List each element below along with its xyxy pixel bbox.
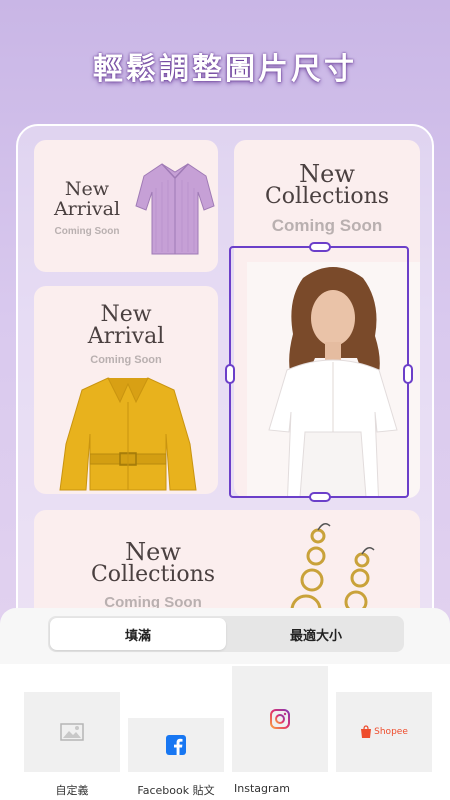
resize-handle-right[interactable] [403,364,413,384]
template-custom[interactable] [24,692,120,772]
template-custom-label: 自定義 [55,784,89,797]
card-title-line2: Arrival [87,324,165,349]
card-title-line2: Collections [90,562,216,587]
shopee-icon [361,725,372,738]
instagram-icon [270,709,290,729]
template-shopee-label: Shopee [374,727,408,737]
card-subtitle: Coming Soon [54,226,120,237]
collage-cell-new-arrival-coat[interactable]: New Arrival Coming Soon [34,286,218,494]
card-title-line1: New [299,160,355,188]
template-instagram[interactable] [232,666,328,772]
card-title-line2: Collections [264,184,390,209]
resize-handle-bottom[interactable] [309,492,331,502]
card-title-line1: New [100,302,152,327]
collage-cell-new-arrival-shirt[interactable]: New Arrival Coming Soon [34,140,218,272]
resize-handle-left[interactable] [225,364,235,384]
page-title: 輕鬆調整圖片尺寸 [93,52,357,87]
best-size-option[interactable]: 最適大小 [228,616,404,652]
size-template-list: 自定義 Facebook 貼文 Instagram Shopee [0,664,450,800]
card-subtitle: Coming Soon [90,354,162,366]
coat-image [59,377,197,491]
template-facebook-post[interactable] [128,718,224,772]
bottom-sheet: 填滿 最適大小 自定義 Facebook 貼文 Instagram Shopee [0,608,450,800]
template-facebook-label: Facebook 貼文 [137,784,215,797]
fill-option[interactable]: 填滿 [50,618,226,650]
card-subtitle: Coming Soon [271,216,383,235]
card-title-line1: New [125,538,181,566]
card-title-line2: Arrival [53,198,121,220]
shirt-image [135,163,215,255]
image-selection-frame[interactable] [225,242,413,502]
image-icon [60,723,84,741]
resize-handle-top[interactable] [309,242,331,252]
card-title-line1: New [64,178,110,200]
template-shopee[interactable]: Shopee [336,692,432,772]
facebook-icon [166,735,186,755]
template-instagram-label: Instagram [234,782,290,795]
fit-mode-toggle: 填滿 最適大小 [48,616,404,652]
